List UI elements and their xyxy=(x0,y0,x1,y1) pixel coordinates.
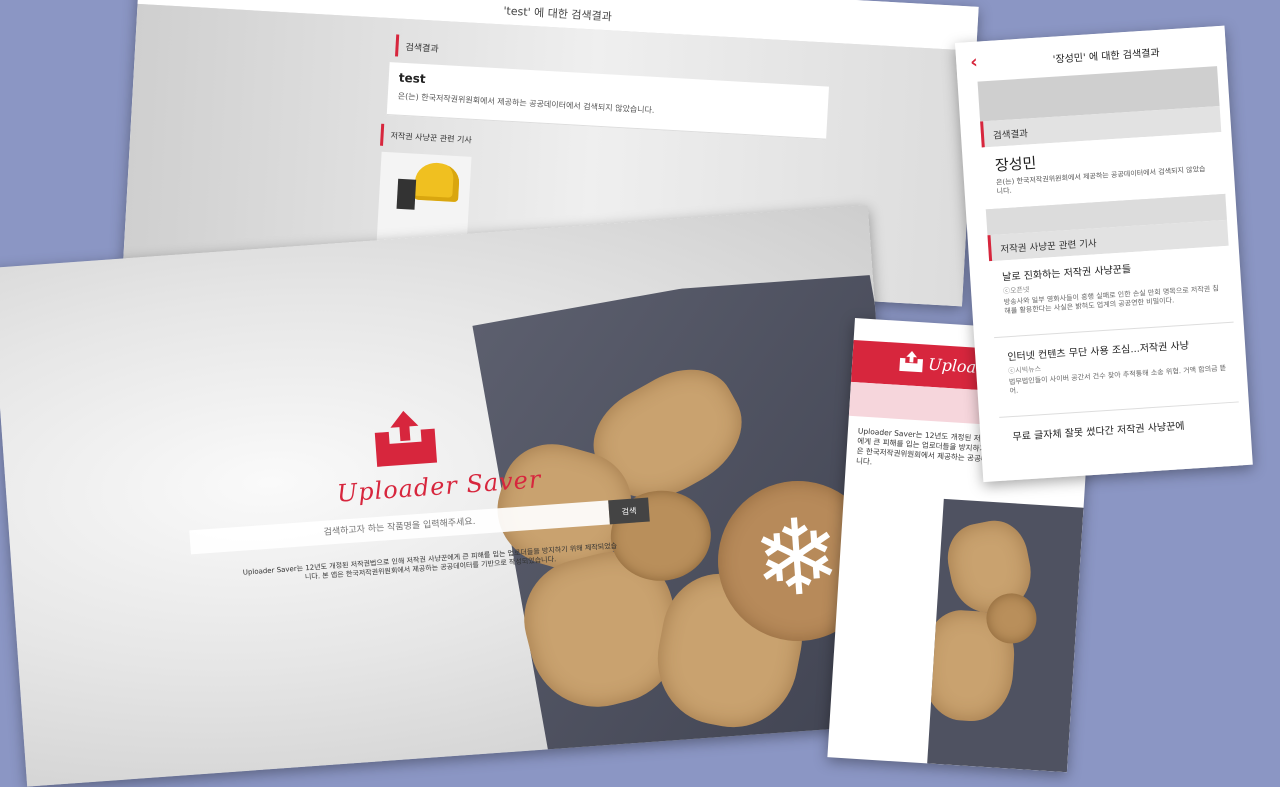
articles-label: 저작권 사냥꾼 관련 기사 xyxy=(1000,238,1098,256)
article-source: ⓒ오픈넷 xyxy=(1002,285,1030,296)
article-title: 인터넷 컨텐츠 무단 사용 조심...저작권 사냥 xyxy=(1007,340,1190,364)
search-results-mobile-panel: ‹ '장성민' 에 대한 검색결과 검색결과 장성민 은(는) 한국저작권위원회… xyxy=(955,25,1253,483)
accent-bar xyxy=(395,34,400,57)
snowflake-icon: ❄ xyxy=(748,494,846,623)
landing-desktop-panel: ❄ Uploader Saver 검색 Uploader Saver는 12년도… xyxy=(0,205,905,787)
accent-bar xyxy=(987,235,993,262)
accent-bar xyxy=(380,123,385,146)
article-item[interactable]: 인터넷 컨텐츠 무단 사용 조심...저작권 사냥 ⓒ시빅뉴스 법무법인들이 사… xyxy=(994,325,1239,418)
page-title: '장성민' 에 대한 검색결과 xyxy=(1052,47,1160,66)
hardhat-brim xyxy=(396,178,417,210)
hardhat-image xyxy=(414,161,461,203)
article-item[interactable]: 무료 글자체 잘못 썼다간 저작권 사냥꾼에 xyxy=(999,405,1243,482)
article-title: 무료 글자체 잘못 썼다간 저작권 사냥꾼에 xyxy=(1012,420,1185,444)
gift-photo xyxy=(927,498,1084,773)
upload-icon xyxy=(898,349,925,375)
article-snippet: 방송사와 일부 영화사들이 흥행 실패로 인한 손실 만회 명목으로 저작권 침… xyxy=(1003,284,1220,316)
article-source: ⓒ시빅뉴스 xyxy=(1008,365,1042,376)
upload-icon xyxy=(369,406,441,471)
articles-label: 저작권 사냥꾼 관련 기사 xyxy=(390,131,472,145)
results-label: 검색결과 xyxy=(405,42,439,55)
article-thumbnail xyxy=(376,151,472,247)
accent-bar xyxy=(980,121,985,148)
search-button[interactable]: 검색 xyxy=(608,497,650,525)
article-title: 날로 진화하는 저작권 사냥꾼들 xyxy=(1001,264,1132,284)
results-label: 검색결과 xyxy=(992,128,1029,142)
article-item[interactable]: 날로 진화하는 저작권 사냥꾼들 ⓒ오픈넷 방송사와 일부 영화사들이 흥행 실… xyxy=(989,245,1234,339)
result-message: 은(는) 한국저작권위원회에서 제공하는 공공데이터에서 검색되지 않았습니다. xyxy=(397,91,655,115)
result-query: 장성민 xyxy=(994,154,1037,175)
result-query: test xyxy=(398,70,426,87)
back-icon[interactable]: ‹ xyxy=(970,52,979,73)
article-snippet: 법무법인들이 사이버 공간서 건수 찾아 추적통해 소송 위협. 거액 합의금 … xyxy=(1008,364,1227,396)
